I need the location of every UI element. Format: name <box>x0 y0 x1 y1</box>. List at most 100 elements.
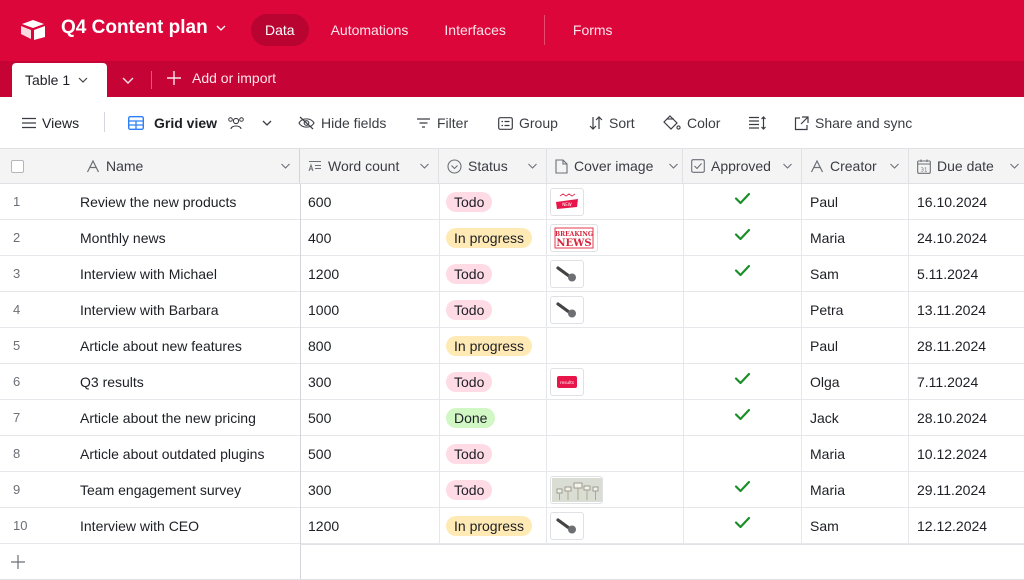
cell-name[interactable]: Q3 results <box>80 364 144 399</box>
nav-interfaces[interactable]: Interfaces <box>430 14 519 46</box>
cell-due-date[interactable]: 7.11.2024 <box>917 364 978 399</box>
sort-button[interactable]: Sort <box>589 113 635 133</box>
cell-cover-image[interactable] <box>550 292 584 327</box>
cell-word-count[interactable]: 800 <box>308 328 331 363</box>
table-row[interactable]: 7 Article about the new pricing 500 Done Jac… <box>0 400 1024 436</box>
nav-forms[interactable]: Forms <box>559 14 627 46</box>
table-row[interactable]: 1 Review the new products 600 Todo NEW Paul 16… <box>0 184 1024 220</box>
cell-status[interactable]: In progress <box>446 508 533 543</box>
color-button[interactable]: Color <box>663 113 720 133</box>
cell-creator[interactable]: Paul <box>810 328 838 363</box>
cell-due-date[interactable]: 28.10.2024 <box>917 400 987 435</box>
tables-dropdown-icon[interactable] <box>120 73 136 87</box>
survey-signs-thumbnail[interactable] <box>550 475 603 504</box>
cell-approved[interactable] <box>734 256 751 291</box>
cell-word-count[interactable]: 1200 <box>308 256 339 291</box>
cell-word-count[interactable]: 500 <box>308 436 331 471</box>
nav-automations[interactable]: Automations <box>317 14 423 46</box>
cell-status[interactable]: Todo <box>446 364 493 399</box>
column-header-status[interactable]: Status <box>439 149 547 183</box>
cell-cover-image[interactable] <box>550 400 680 435</box>
cell-cover-image[interactable] <box>550 436 680 471</box>
cell-creator[interactable]: Petra <box>810 292 843 327</box>
hide-fields-button[interactable]: Hide fields <box>298 113 386 133</box>
cell-word-count[interactable]: 600 <box>308 184 331 219</box>
cell-word-count[interactable]: 500 <box>308 400 331 435</box>
table-row[interactable]: 6 Q3 results 300 Todo results Olga 7.11.2024 <box>0 364 1024 400</box>
table-row[interactable]: 8 Article about outdated plugins 500 Todo Ma… <box>0 436 1024 472</box>
cell-creator[interactable]: Olga <box>810 364 840 399</box>
add-or-import-button[interactable]: Add or import <box>166 70 276 86</box>
row-height-button[interactable] <box>749 113 767 133</box>
column-header-cover-image[interactable]: Cover image <box>547 149 683 183</box>
cell-name[interactable]: Interview with CEO <box>80 508 199 543</box>
cell-name[interactable]: Article about new features <box>80 328 242 363</box>
select-all-checkbox[interactable] <box>11 159 24 173</box>
cell-approved[interactable] <box>734 184 751 219</box>
cell-approved[interactable] <box>734 364 751 399</box>
cell-name[interactable]: Interview with Barbara <box>80 292 219 327</box>
cell-due-date[interactable]: 12.12.2024 <box>917 508 987 543</box>
cell-approved[interactable] <box>734 220 751 255</box>
cell-name[interactable]: Article about the new pricing <box>80 400 256 435</box>
chevron-down-icon[interactable] <box>419 162 430 170</box>
cell-due-date[interactable]: 13.11.2024 <box>917 292 986 327</box>
cell-name[interactable]: Interview with Michael <box>80 256 217 291</box>
cell-cover-image[interactable]: NEW <box>550 184 584 219</box>
cell-status[interactable]: Todo <box>446 436 493 471</box>
cell-creator[interactable]: Sam <box>810 256 839 291</box>
microphone-thumbnail[interactable] <box>550 295 584 324</box>
grid-view-switcher[interactable]: Grid view <box>128 113 273 133</box>
cell-creator[interactable]: Maria <box>810 436 845 471</box>
cell-status[interactable]: In progress <box>446 328 533 363</box>
views-button[interactable]: Views <box>22 113 79 133</box>
chevron-down-icon[interactable] <box>280 162 291 170</box>
new-products-badge-thumbnail[interactable]: NEW <box>550 187 584 216</box>
cell-due-date[interactable]: 10.12.2024 <box>917 436 987 471</box>
base-title-menu[interactable]: Q4 Content plan <box>61 17 226 39</box>
chevron-down-icon[interactable] <box>668 162 679 170</box>
column-header-creator[interactable]: Creator <box>802 149 909 183</box>
cell-word-count[interactable]: 400 <box>308 220 331 255</box>
share-and-sync-button[interactable]: Share and sync <box>794 113 912 133</box>
table-row[interactable]: 3 Interview with Michael 1200 Todo Sam 5.11.2… <box>0 256 1024 292</box>
cell-cover-image[interactable] <box>550 256 584 291</box>
column-header-name[interactable]: Name <box>0 149 300 183</box>
cell-due-date[interactable]: 5.11.2024 <box>917 256 978 291</box>
column-header-due-date[interactable]: 31 Due date <box>909 149 1024 183</box>
cell-status[interactable]: Done <box>446 400 496 435</box>
cell-status[interactable]: Todo <box>446 256 493 291</box>
cell-status[interactable]: Todo <box>446 472 493 507</box>
cell-word-count[interactable]: 1000 <box>308 292 339 327</box>
cell-status[interactable]: Todo <box>446 292 493 327</box>
cell-approved[interactable] <box>734 400 751 435</box>
chevron-down-icon[interactable] <box>782 162 793 170</box>
cell-due-date[interactable]: 28.11.2024 <box>917 328 986 363</box>
results-badge-thumbnail[interactable]: results <box>550 367 584 396</box>
filter-button[interactable]: Filter <box>416 113 468 133</box>
cell-status[interactable]: In progress <box>446 220 533 255</box>
group-button[interactable]: Group <box>498 113 558 133</box>
cell-cover-image[interactable] <box>550 328 680 363</box>
cell-word-count[interactable]: 300 <box>308 364 331 399</box>
cell-name[interactable]: Monthly news <box>80 220 166 255</box>
tab-table-1[interactable]: Table 1 <box>12 63 107 97</box>
cell-approved[interactable] <box>734 436 754 471</box>
cell-due-date[interactable]: 24.10.2024 <box>917 220 987 255</box>
cell-due-date[interactable]: 16.10.2024 <box>917 184 987 219</box>
cell-name[interactable]: Article about outdated plugins <box>80 436 264 471</box>
cell-status[interactable]: Todo <box>446 184 493 219</box>
microphone-thumbnail[interactable] <box>550 511 584 540</box>
cell-creator[interactable]: Paul <box>810 184 838 219</box>
table-row[interactable]: 10 Interview with CEO 1200 In progress Sam 12… <box>0 508 1024 544</box>
cell-approved[interactable] <box>734 292 754 327</box>
cell-cover-image[interactable] <box>550 508 584 543</box>
cell-due-date[interactable]: 29.11.2024 <box>917 472 986 507</box>
table-row[interactable]: 5 Article about new features 800 In progres… <box>0 328 1024 364</box>
column-header-approved[interactable]: Approved <box>683 149 802 183</box>
table-row[interactable]: 4 Interview with Barbara 1000 Todo Petra 13.1… <box>0 292 1024 328</box>
cell-cover-image[interactable]: BREAKING NEWS <box>550 220 598 255</box>
table-row[interactable]: 2 Monthly news 400 In progress BREAKING NEWS M… <box>0 220 1024 256</box>
table-row[interactable]: 9 Team engagement survey 300 Todo Maria 29.11… <box>0 472 1024 508</box>
microphone-thumbnail[interactable] <box>550 259 584 288</box>
